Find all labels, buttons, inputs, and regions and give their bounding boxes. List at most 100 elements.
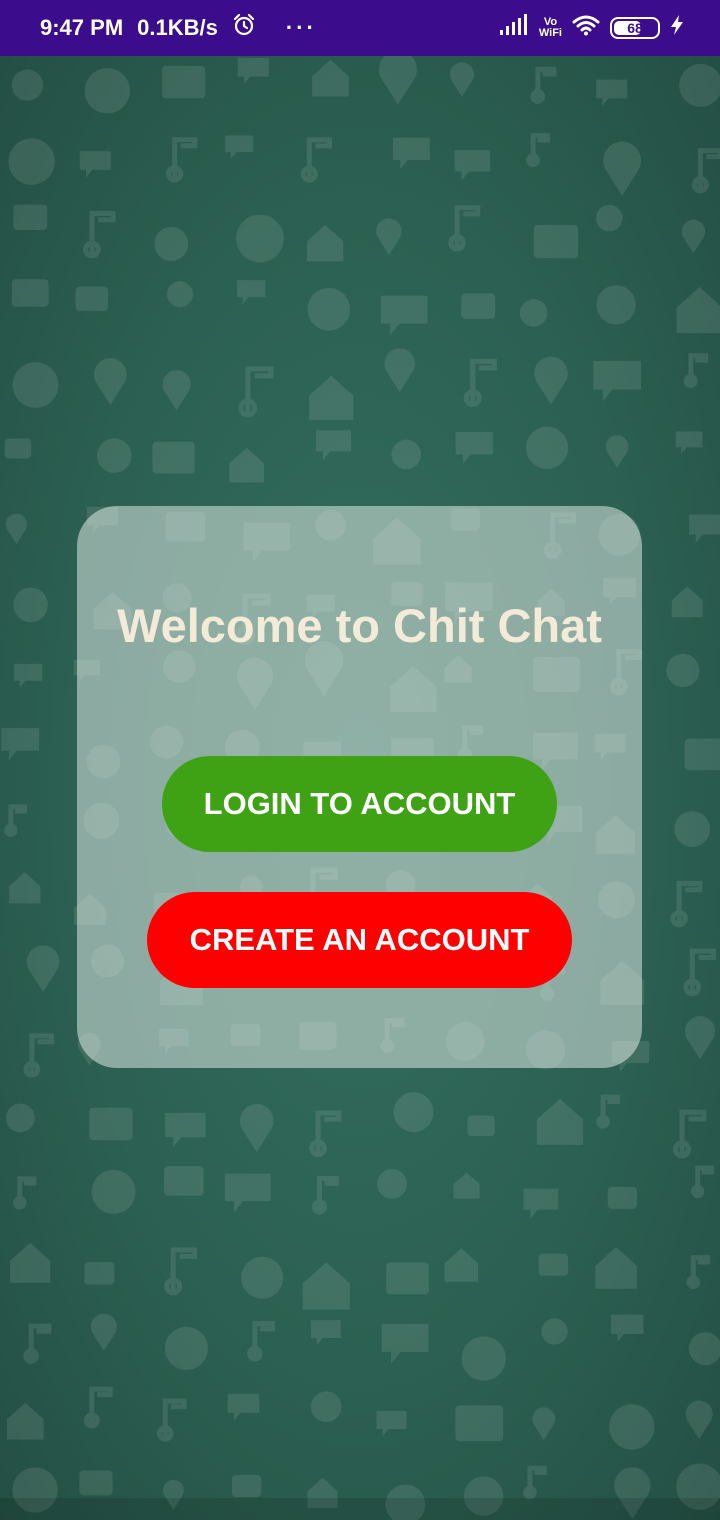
pattern-doodle [310, 1391, 342, 1423]
pattern-doodle [534, 356, 568, 405]
charging-bolt-icon [670, 14, 684, 42]
pattern-doodle [448, 205, 481, 252]
pattern-doodle [309, 375, 354, 421]
pattern-doodle [26, 945, 60, 992]
pattern-doodle [238, 366, 274, 418]
more-notifications-icon: ··· [285, 15, 317, 40]
pattern-doodle [247, 1321, 276, 1362]
pattern-doodle [12, 362, 59, 408]
pattern-doodle [666, 653, 700, 688]
pattern-doodle [670, 881, 703, 928]
pattern-doodle [23, 1323, 52, 1364]
pattern-doodle [90, 1313, 117, 1351]
pattern-doodle [84, 1262, 115, 1285]
pattern-doodle [691, 1165, 714, 1199]
pattern-doodle [239, 1104, 274, 1152]
pattern-doodle [14, 663, 43, 688]
pattern-doodle [526, 133, 551, 168]
chat-pattern-background: Welcome to Chit Chat LOGIN TO ACCOUNT CR… [0, 56, 720, 1520]
create-account-button[interactable]: CREATE AN ACCOUNT [147, 892, 572, 988]
pattern-doodle [378, 56, 417, 105]
login-button[interactable]: LOGIN TO ACCOUNT [162, 756, 557, 852]
pattern-doodle [596, 204, 623, 232]
pattern-doodle [315, 430, 352, 461]
pattern-doodle [307, 287, 351, 331]
pattern-doodle [300, 137, 332, 183]
pattern-doodle [376, 218, 402, 255]
pattern-doodle [603, 141, 642, 196]
bottom-nav-bar [0, 1498, 720, 1520]
pattern-doodle [164, 1247, 198, 1296]
pattern-doodle [11, 69, 44, 101]
status-bar-left: 9:47 PM 0.1KB/s ··· [40, 13, 317, 43]
pattern-doodle [675, 431, 703, 455]
pattern-doodle [536, 1098, 584, 1145]
pattern-doodle [166, 137, 198, 183]
pattern-doodle [595, 1247, 637, 1289]
pattern-doodle [377, 1168, 407, 1199]
pattern-doodle [688, 1332, 720, 1366]
pattern-doodle [4, 438, 32, 459]
pattern-doodle [686, 1255, 711, 1290]
network-speed: 0.1KB/s [137, 15, 218, 40]
pattern-doodle [164, 1326, 209, 1371]
pattern-doodle [596, 285, 636, 325]
pattern-doodle [8, 138, 55, 185]
pattern-doodle [5, 513, 28, 545]
pattern-doodle [593, 360, 642, 402]
pattern-doodle [75, 286, 109, 311]
pattern-doodle [381, 1323, 429, 1364]
pattern-doodle [685, 1400, 713, 1440]
welcome-title: Welcome to Chit Chat [117, 599, 602, 652]
pattern-doodle [83, 1386, 113, 1429]
pattern-doodle [309, 1110, 342, 1158]
pattern-doodle [23, 1033, 54, 1078]
pattern-doodle [672, 1109, 707, 1159]
pattern-doodle [392, 137, 430, 170]
pattern-doodle [683, 353, 709, 388]
pattern-doodle [225, 135, 254, 160]
pattern-doodle [236, 214, 284, 263]
pattern-doodle [6, 1402, 44, 1440]
pattern-doodle [229, 447, 265, 483]
pattern-doodle [607, 1186, 637, 1209]
pattern-doodle [596, 1094, 621, 1129]
pattern-doodle [671, 586, 703, 618]
vowifi-indicator: Vo WiFi [539, 17, 562, 39]
pattern-doodle [310, 1320, 341, 1346]
pattern-doodle [97, 438, 132, 473]
pattern-doodle [236, 280, 266, 305]
welcome-card: Welcome to Chit Chat LOGIN TO ACCOUNT CR… [77, 506, 642, 1068]
battery-icon: 68 [610, 17, 660, 39]
pattern-doodle [533, 224, 579, 259]
pattern-doodle [380, 295, 428, 336]
pattern-doodle [683, 948, 717, 997]
pattern-doodle [523, 1188, 559, 1219]
pattern-doodle [165, 1112, 206, 1148]
pattern-doodle [83, 210, 116, 259]
pattern-doodle [162, 370, 191, 411]
pattern-doodle [232, 1475, 262, 1497]
pattern-doodle [681, 219, 706, 254]
pattern-doodle [605, 435, 629, 468]
pattern-doodle [312, 59, 349, 97]
pattern-doodle [237, 57, 269, 85]
pattern-doodle [676, 287, 720, 333]
pattern-doodle [689, 514, 720, 543]
pattern-doodle [5, 1103, 35, 1133]
status-bar: 9:47 PM 0.1KB/s ··· Vo WiFi 68 [0, 0, 720, 56]
pattern-doodle [467, 1115, 495, 1137]
status-bar-right: Vo WiFi 68 [499, 14, 684, 42]
pattern-doodle [79, 1470, 113, 1496]
battery-level: 68 [627, 20, 643, 36]
pattern-doodle [152, 441, 195, 474]
pattern-doodle [386, 1262, 429, 1295]
pattern-doodle [463, 358, 497, 408]
pattern-doodle [93, 358, 127, 405]
pattern-doodle [519, 299, 548, 327]
pattern-doodle [530, 66, 557, 104]
pattern-doodle [674, 811, 711, 847]
pattern-doodle [166, 281, 193, 308]
pattern-doodle [684, 738, 720, 771]
pattern-doodle [13, 1176, 37, 1210]
